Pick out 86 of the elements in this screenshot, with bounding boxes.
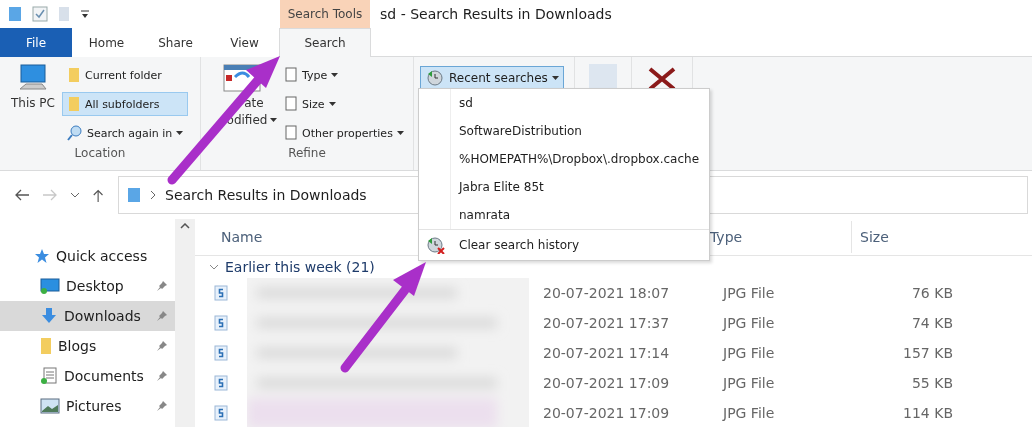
type-cell-text: JPG File [723, 315, 776, 331]
refine-button[interactable]: Size [279, 92, 409, 116]
pin-icon[interactable] [156, 310, 168, 322]
caret-icon [328, 102, 336, 106]
desktop-icon [40, 278, 60, 294]
folder-icon [127, 186, 141, 204]
nav-item[interactable]: Desktop [0, 271, 175, 301]
scope-option[interactable]: Current folder [62, 63, 189, 87]
collapse-icon [209, 262, 219, 271]
document-icon [284, 96, 298, 112]
computer-icon [18, 63, 48, 93]
folder-icon [8, 5, 22, 23]
column-header[interactable]: Type [701, 220, 851, 253]
size-cell-text: 55 KB [910, 375, 953, 391]
clear-history-icon [425, 236, 445, 254]
date-cell-text: 20-07-2021 17:37 [543, 315, 671, 331]
chevron-icon [149, 190, 157, 200]
star-icon [34, 248, 50, 264]
back-icon[interactable] [14, 188, 30, 202]
pin-icon[interactable] [156, 400, 168, 412]
type-cell-text: JPG File [723, 345, 776, 361]
recent-searches-button[interactable]: Recent searches [420, 66, 564, 90]
caret-icon [396, 131, 404, 135]
properties-icon[interactable] [32, 6, 48, 22]
caret-icon [551, 76, 559, 80]
scroll-up-icon[interactable] [180, 223, 190, 229]
folder-icon [67, 67, 81, 83]
search-again-button[interactable]: Search again in [62, 121, 189, 145]
group-label: Refine [287, 146, 327, 162]
size-cell-text: 114 KB [902, 405, 953, 421]
type-cell-text: JPG File [723, 285, 776, 301]
this-pc-button[interactable]: This PC [10, 63, 56, 146]
file-icon [214, 285, 228, 301]
customize-caret-icon[interactable] [80, 9, 90, 19]
size-cell-text: 157 KB [902, 345, 953, 361]
file-icon [214, 345, 228, 361]
recent-search-item[interactable]: %HOMEPATH%\Dropbox\.dropbox.cache [451, 145, 709, 173]
document-icon [284, 67, 298, 83]
pin-icon[interactable] [156, 370, 168, 382]
date-cell-text: 20-07-2021 17:09 [543, 375, 671, 391]
download-icon [40, 307, 58, 325]
nav-item[interactable]: Documents [0, 361, 175, 391]
close-search-icon[interactable] [647, 67, 677, 91]
folder-icon [40, 337, 52, 355]
recent-searches-icon [425, 69, 445, 87]
nav-item[interactable]: Downloads [0, 301, 175, 331]
pictures-icon [40, 398, 60, 414]
caret-icon [331, 73, 339, 77]
file-icon [214, 315, 228, 331]
caret-icon [270, 118, 278, 122]
date-cell-text: 20-07-2021 17:09 [543, 405, 671, 421]
size-cell-text: 74 KB [910, 315, 953, 331]
pin-icon[interactable] [156, 280, 168, 292]
date-cell-text: 20-07-2021 17:14 [543, 345, 671, 361]
nav-item[interactable]: Quick access [0, 241, 175, 271]
folder-icon [67, 96, 81, 112]
nav-item[interactable]: Pictures [0, 391, 175, 421]
address-path: Search Results in Downloads [165, 187, 367, 203]
scrollbar[interactable] [175, 219, 195, 427]
type-cell-text: JPG File [723, 405, 776, 421]
clear-history-item[interactable]: Clear search history [419, 229, 709, 260]
column-header[interactable]: Size [851, 220, 1001, 253]
document-icon [284, 125, 298, 141]
pin-icon[interactable] [156, 340, 168, 352]
caret-icon [176, 131, 184, 135]
window-title: sd - Search Results in Downloads [379, 5, 612, 24]
ribbon-tab[interactable]: Search [279, 28, 371, 57]
nav-item[interactable]: Blogs [0, 331, 175, 361]
search-icon [67, 125, 83, 141]
recent-locations-icon[interactable] [70, 191, 80, 199]
refine-button[interactable]: Type [279, 63, 409, 87]
size-cell-text: 76 KB [910, 285, 953, 301]
scope-option[interactable]: All subfolders [62, 92, 189, 116]
up-icon[interactable] [92, 187, 106, 203]
group-label: Location [73, 146, 127, 162]
date-cell-text: 20-07-2021 18:07 [543, 285, 671, 301]
file-icon [214, 375, 228, 391]
recent-search-item[interactable]: SoftwareDistribution [451, 117, 709, 145]
refine-button[interactable]: Other properties [279, 121, 409, 145]
file-tab[interactable]: File [0, 28, 72, 57]
type-cell-text: JPG File [723, 375, 776, 391]
recent-search-item[interactable]: sd [451, 89, 709, 117]
contextual-tab-label: Search Tools [280, 0, 370, 28]
recent-search-item[interactable]: Jabra Elite 85t [451, 173, 709, 201]
file-icon [214, 405, 228, 421]
documents-icon [40, 367, 58, 385]
